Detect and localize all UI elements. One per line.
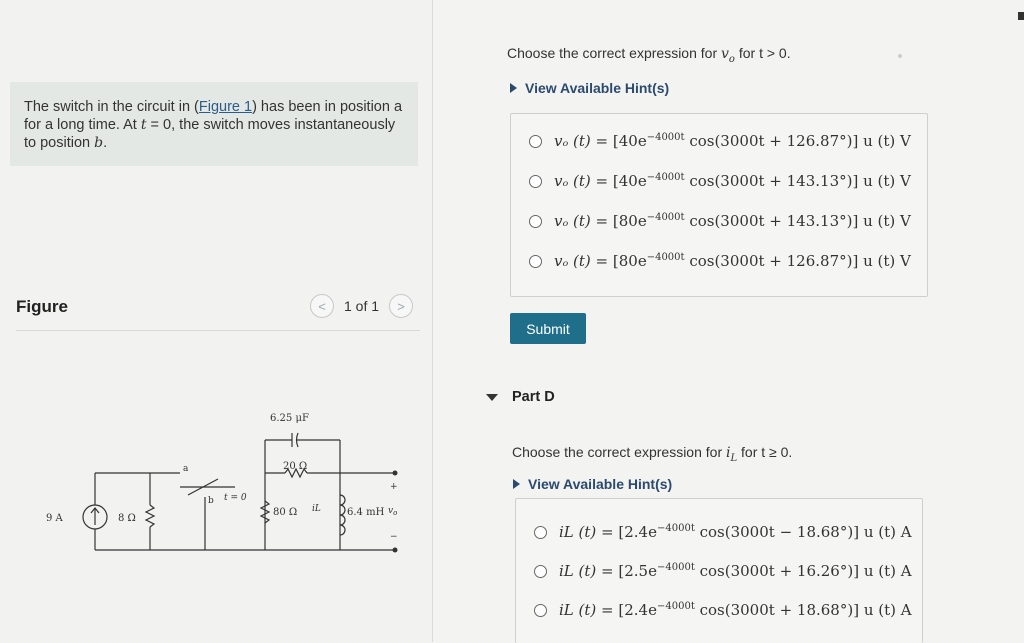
next-figure-button[interactable]: > (389, 294, 414, 318)
vo-minus: − (390, 532, 398, 542)
expand-triangle-icon (513, 479, 520, 489)
r8-label: 8 Ω (118, 513, 136, 524)
partc-option-4[interactable]: vₒ (t) = [80e−4000t cos(3000t + 126.87°)… (529, 252, 911, 270)
partc-options: vₒ (t) = [40e−4000t cos(3000t + 126.87°)… (510, 113, 928, 297)
cap-label: 6.25 μF (270, 413, 309, 424)
problem-statement: The switch in the circuit in (Figure 1) … (24, 99, 403, 151)
partd-options: iL (t) = [2.4e−4000t cos(3000t − 18.68°)… (515, 498, 923, 643)
radio-button[interactable] (534, 525, 547, 539)
radio-button[interactable] (534, 603, 547, 617)
circuit-diagram: 6.25 μF 20 Ω 9 A 8 Ω 80 Ω iL 6.4 mH vo a… (46, 413, 398, 553)
collapse-caret-icon (486, 393, 498, 401)
partd-hint-toggle[interactable]: View Available Hint(s) (513, 476, 672, 492)
radio-button[interactable] (534, 564, 547, 578)
vo-label: vo (388, 506, 397, 517)
prev-figure-button[interactable]: < (310, 294, 334, 318)
figure-link[interactable]: Figure 1 (199, 99, 252, 115)
vo-plus: + (390, 482, 398, 492)
submit-button[interactable]: Submit (510, 313, 586, 344)
decor-dot (898, 54, 902, 58)
partd-option-2[interactable]: iL (t) = [2.5e−4000t cos(3000t + 16.26°)… (534, 562, 912, 580)
panel-divider (432, 0, 433, 642)
figure-title: Figure (16, 297, 68, 316)
source-label: 9 A (46, 513, 64, 524)
figure-divider (16, 330, 420, 331)
radio-button[interactable] (529, 214, 542, 228)
r80-label: 80 Ω (273, 507, 297, 518)
r20-label: 20 Ω (283, 461, 307, 472)
partd-option-3[interactable]: iL (t) = [2.4e−4000t cos(3000t + 18.68°)… (534, 601, 912, 619)
radio-button[interactable] (529, 134, 542, 148)
partc-option-2[interactable]: vₒ (t) = [40e−4000t cos(3000t + 143.13°)… (529, 172, 911, 190)
inductor-label: 6.4 mH (347, 507, 385, 518)
radio-button[interactable] (529, 254, 542, 268)
expand-triangle-icon (510, 83, 517, 93)
partc-hint-toggle[interactable]: View Available Hint(s) (510, 80, 669, 96)
partd-header[interactable]: Part D (486, 389, 555, 405)
switch-time-label: t = 0 (224, 493, 247, 503)
scroll-indicator (1018, 12, 1024, 20)
switch-pos-b: b (208, 496, 214, 506)
figure-pager: < 1 of 1 > (310, 294, 414, 318)
partc-option-1[interactable]: vₒ (t) = [40e−4000t cos(3000t + 126.87°)… (529, 132, 911, 150)
switch-pos-a: a (183, 464, 189, 474)
figure-page-indicator: 1 of 1 (344, 298, 380, 314)
partc-option-3[interactable]: vₒ (t) = [80e−4000t cos(3000t + 143.13°)… (529, 212, 911, 230)
il-label: iL (312, 504, 321, 514)
partd-question: Choose the correct expression for iL for… (512, 444, 793, 464)
partc-question: Choose the correct expression for vo for… (507, 45, 791, 65)
partd-option-1[interactable]: iL (t) = [2.4e−4000t cos(3000t − 18.68°)… (534, 523, 912, 541)
radio-button[interactable] (529, 174, 542, 188)
